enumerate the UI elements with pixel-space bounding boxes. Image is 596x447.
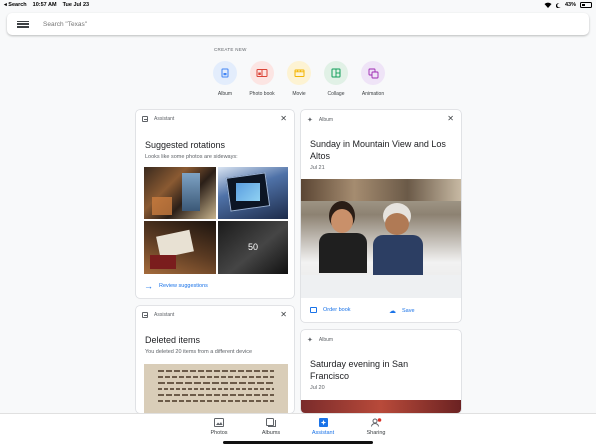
suggested-rotations-card[interactable]: Assistant ✕ Suggested rotations Looks li… [136, 110, 294, 298]
photo-book-icon [250, 61, 274, 85]
create-new-row: Album Photo book Movie Collage Animation [212, 61, 386, 97]
search-bar [7, 13, 589, 35]
card-subtitle: Looks like some photos are sideways: [145, 154, 238, 160]
assistant-card-icon [142, 116, 148, 122]
save-label: Save [402, 308, 415, 314]
card-header: Assistant [142, 116, 174, 122]
create-animation-button[interactable]: Animation [360, 61, 386, 97]
card-date: Jul 21 [310, 165, 325, 171]
card-title: Sunday in Mountain View and Los Altos [310, 139, 446, 161]
review-suggestions-label: Review suggestions [159, 283, 208, 289]
card-subtitle: You deleted 20 items from a different de… [145, 349, 253, 355]
assistant-card-icon [142, 312, 148, 318]
status-time: 10:57 AM [32, 2, 57, 8]
moon-icon [555, 2, 561, 8]
save-button[interactable]: ☁ Save [389, 307, 415, 315]
status-bar: ◂ Search 10:57 AM Tue Jul 23 43% [0, 0, 596, 11]
card-title: Suggested rotations [145, 140, 226, 150]
card-tag: Assistant [154, 312, 175, 318]
card-title: Saturday evening in San Francisco [310, 359, 409, 381]
photos-icon [214, 418, 224, 427]
card-date: Jul 20 [310, 385, 325, 391]
more-photos-count: 50 [248, 242, 259, 252]
nav-sharing[interactable]: Sharing [351, 418, 401, 436]
nav-photos-label: Photos [210, 430, 228, 436]
card-title: Deleted items [145, 335, 201, 345]
battery-percent: 43% [564, 2, 576, 8]
album-cover-photo[interactable] [301, 400, 461, 413]
nav-photos[interactable]: Photos [194, 418, 244, 436]
sparkle-icon: ✦ [307, 117, 313, 124]
create-album-label: Album [217, 91, 233, 97]
card-tag: Album [318, 337, 334, 343]
create-album-button[interactable]: Album [212, 61, 238, 97]
card-tag: Album [318, 117, 334, 123]
san-francisco-album-card[interactable]: ✦ Album Saturday evening in San Francisc… [301, 330, 461, 413]
cloud-upload-icon: ☁ [389, 308, 396, 315]
rotation-photo-4[interactable]: 50 [218, 221, 288, 274]
order-book-button[interactable]: Order book [310, 307, 351, 313]
close-icon[interactable]: ✕ [280, 310, 287, 319]
card-header: Assistant [142, 312, 174, 318]
assistant-icon [318, 418, 328, 427]
albums-icon [266, 418, 276, 427]
nav-sharing-label: Sharing [366, 430, 386, 436]
rotation-photo-3[interactable] [144, 221, 216, 274]
nav-assistant[interactable]: Assistant [298, 418, 348, 436]
collage-icon [324, 61, 348, 85]
photos-app: ◂ Search 10:57 AM Tue Jul 23 43% CREATE … [0, 0, 596, 447]
create-collage-button[interactable]: Collage [323, 61, 349, 97]
back-to-search-link[interactable]: ◂ Search [4, 2, 27, 8]
create-movie-label: Movie [292, 91, 306, 97]
deleted-photo-preview[interactable] [144, 364, 288, 413]
album-icon [213, 61, 237, 85]
nav-albums[interactable]: Albums [246, 418, 296, 436]
battery-icon [580, 2, 592, 8]
home-indicator[interactable] [223, 441, 373, 444]
nav-assistant-label: Assistant [311, 430, 335, 436]
review-suggestions-button[interactable]: → Review suggestions [144, 281, 208, 291]
close-icon[interactable]: ✕ [280, 114, 287, 123]
movie-icon [287, 61, 311, 85]
order-book-label: Order book [323, 307, 351, 313]
card-tag: Assistant [154, 116, 175, 122]
sparkle-icon: ✦ [307, 337, 313, 344]
rotation-photo-1[interactable] [144, 167, 216, 219]
nav-albums-label: Albums [261, 430, 281, 436]
animation-icon [361, 61, 385, 85]
book-icon [310, 307, 317, 313]
close-icon[interactable]: ✕ [447, 114, 454, 123]
create-movie-button[interactable]: Movie [286, 61, 312, 97]
menu-icon[interactable] [17, 19, 29, 29]
create-photo-book-button[interactable]: Photo book [249, 61, 275, 97]
create-collage-label: Collage [327, 91, 345, 97]
album-cover-photo[interactable] [301, 179, 461, 298]
sharing-icon [370, 418, 381, 427]
status-date: Tue Jul 23 [62, 2, 90, 8]
create-new-heading: CREATE NEW [214, 47, 247, 52]
arrow-right-icon: → [144, 281, 153, 291]
create-animation-label: Animation [361, 91, 385, 97]
search-input[interactable] [43, 20, 343, 28]
card-header: ✦ Album [307, 336, 333, 344]
rotation-photo-2[interactable] [218, 167, 288, 219]
deleted-items-card[interactable]: Assistant ✕ Deleted items You deleted 20… [136, 306, 294, 413]
mountain-view-album-card[interactable]: ✦ Album ✕ Sunday in Mountain View and Lo… [301, 110, 461, 322]
wifi-icon [544, 2, 552, 8]
card-header: ✦ Album [307, 116, 333, 124]
create-photo-book-label: Photo book [249, 91, 275, 97]
